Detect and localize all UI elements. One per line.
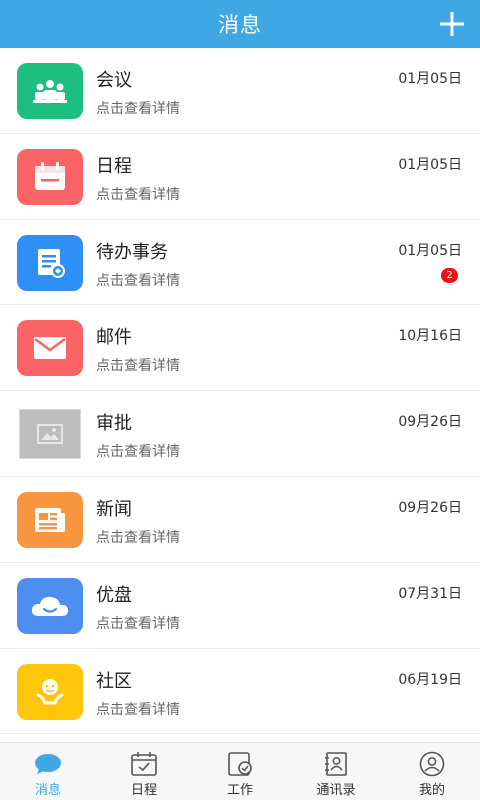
tab-label: 工作 (226, 783, 253, 798)
mail-icon (17, 320, 83, 377)
meeting-icon (17, 63, 83, 119)
tab-profile[interactable]: 我的 (384, 743, 480, 800)
profile-icon (417, 751, 447, 777)
item-subtitle: 点击查看详情 (96, 272, 180, 289)
tab-label: 日程 (130, 783, 157, 798)
list-item-approval[interactable]: 审批 点击查看详情 09月26日 (0, 391, 480, 477)
item-name: 审批 (96, 413, 132, 435)
item-date: 01月05日 (398, 156, 462, 173)
item-subtitle: 点击查看详情 (96, 615, 180, 632)
item-name: 会议 (96, 70, 132, 91)
tab-label: 消息 (34, 783, 61, 798)
tab-schedule[interactable]: 日程 (96, 743, 192, 800)
unread-badge: 2 (441, 267, 458, 283)
plus-icon (440, 12, 464, 36)
tab-work[interactable]: 工作 (192, 743, 288, 800)
item-subtitle: 点击查看详情 (96, 701, 180, 718)
todo-icon (17, 234, 83, 291)
image-placeholder-icon (19, 409, 81, 460)
calendar-icon (17, 148, 83, 205)
contacts-icon (321, 751, 351, 777)
item-subtitle: 点击查看详情 (96, 529, 180, 546)
list-item-udisk[interactable]: 优盘 点击查看详情 07月31日 (0, 562, 480, 649)
list-item-meeting[interactable]: 会议 点击查看详情 01月05日 (0, 48, 480, 134)
item-subtitle: 点击查看详情 (96, 101, 180, 117)
chat-bubble-icon (33, 751, 63, 777)
list-item-community[interactable]: 社区 点击查看详情 06月19日 (0, 648, 480, 735)
list-item-news[interactable]: 新闻 点击查看详情 09月26日 (0, 476, 480, 563)
item-date: 01月05日 (398, 71, 462, 87)
list-item-schedule[interactable]: 日程 点击查看详情 01月05日 (0, 133, 480, 220)
cloud-icon (17, 577, 83, 634)
tab-contacts[interactable]: 通讯录 (288, 743, 384, 800)
list-item-todo[interactable]: 待办事务 点击查看详情 01月05日 2 (0, 219, 480, 306)
item-name: 待办事务 (96, 241, 168, 263)
item-name: 优盘 (96, 584, 132, 606)
tab-label: 通讯录 (316, 783, 356, 798)
item-date: 07月31日 (398, 585, 462, 602)
item-name: 社区 (96, 670, 132, 692)
tab-messages[interactable]: 消息 (0, 743, 96, 800)
item-date: 09月26日 (398, 414, 462, 431)
item-date: 10月16日 (398, 328, 462, 345)
item-date: 09月26日 (398, 499, 462, 516)
message-list: 会议 点击查看详情 01月05日 日程 点击查看详情 01月05日 待办事务 点… (0, 48, 480, 742)
item-subtitle: 点击查看详情 (96, 358, 180, 375)
add-button[interactable] (436, 8, 468, 40)
page-title: 消息 (218, 13, 262, 37)
item-name: 邮件 (96, 327, 132, 349)
item-subtitle: 点击查看详情 (96, 444, 180, 461)
bottom-tab-bar: 消息 日程 工作 通讯录 我的 (0, 742, 480, 800)
calendar-check-icon (129, 751, 159, 777)
item-date: 06月19日 (398, 671, 462, 688)
item-date: 01月05日 (398, 242, 462, 259)
list-item-mail[interactable]: 邮件 点击查看详情 10月16日 (0, 305, 480, 392)
news-icon (17, 491, 83, 548)
work-check-icon (225, 751, 255, 777)
item-name: 新闻 (96, 498, 132, 520)
community-icon (17, 663, 83, 720)
tab-label: 我的 (418, 783, 445, 798)
item-subtitle: 点击查看详情 (96, 186, 180, 203)
top-bar: 消息 (0, 0, 480, 48)
item-name: 日程 (96, 155, 132, 177)
